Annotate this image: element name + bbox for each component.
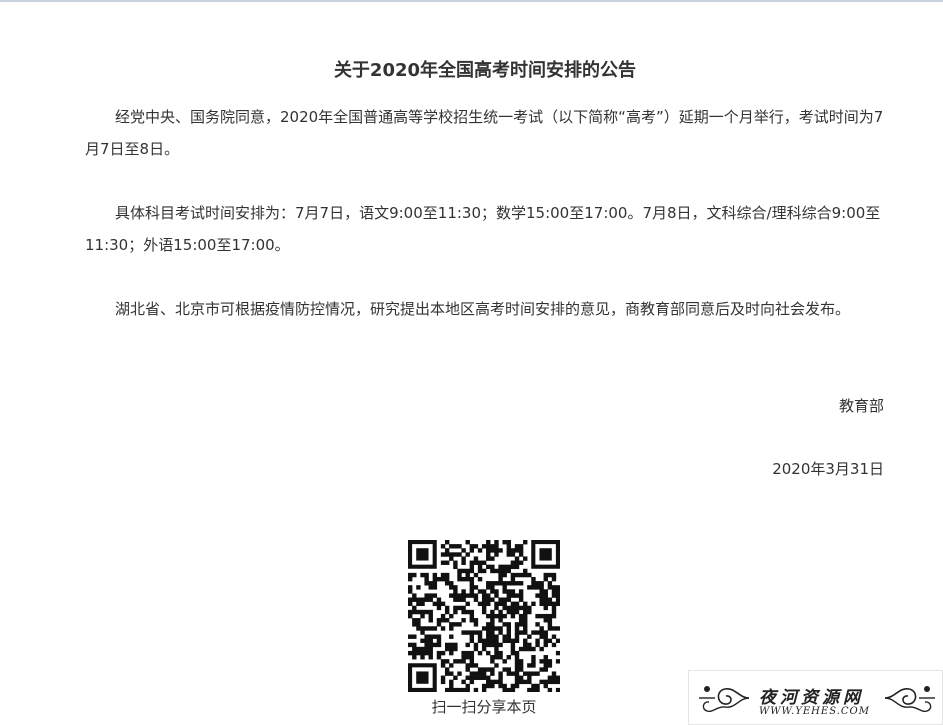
ornament-left-icon (699, 686, 750, 713)
qr-code-graphic (408, 540, 561, 693)
site-watermark: 夜河资源网 WWW.YEHES.COM (688, 670, 943, 725)
article-title: 关于2020年全国高考时间安排的公告 (333, 60, 637, 81)
signature-date: 2020年3月31日 (772, 460, 884, 478)
article-paragraph: 具体科目考试时间安排为：7月7日，语文9:00至11:30；数学15:00至17… (85, 204, 881, 254)
article-paragraph: 经党中央、国务院同意，2020年全国普通高等学校招生统一考试（以下简称“高考”）… (85, 108, 884, 158)
top-border (0, 0, 943, 2)
qr-code-icon (408, 540, 561, 693)
article-paragraph: 湖北省、北京市可根据疫情防控情况，研究提出本地区高考时间安排的意见，商教育部同意… (115, 300, 851, 318)
announcement-article: 关于2020年全国高考时间安排的公告 经党中央、国务院同意，2020年全国普通高… (85, 58, 885, 478)
ornament-right-icon (884, 686, 935, 713)
signature-organization: 教育部 (838, 397, 884, 415)
watermark-site-name: 夜河资源网 (759, 688, 864, 708)
watermark-url: WWW.YEHES.COM (759, 706, 870, 717)
